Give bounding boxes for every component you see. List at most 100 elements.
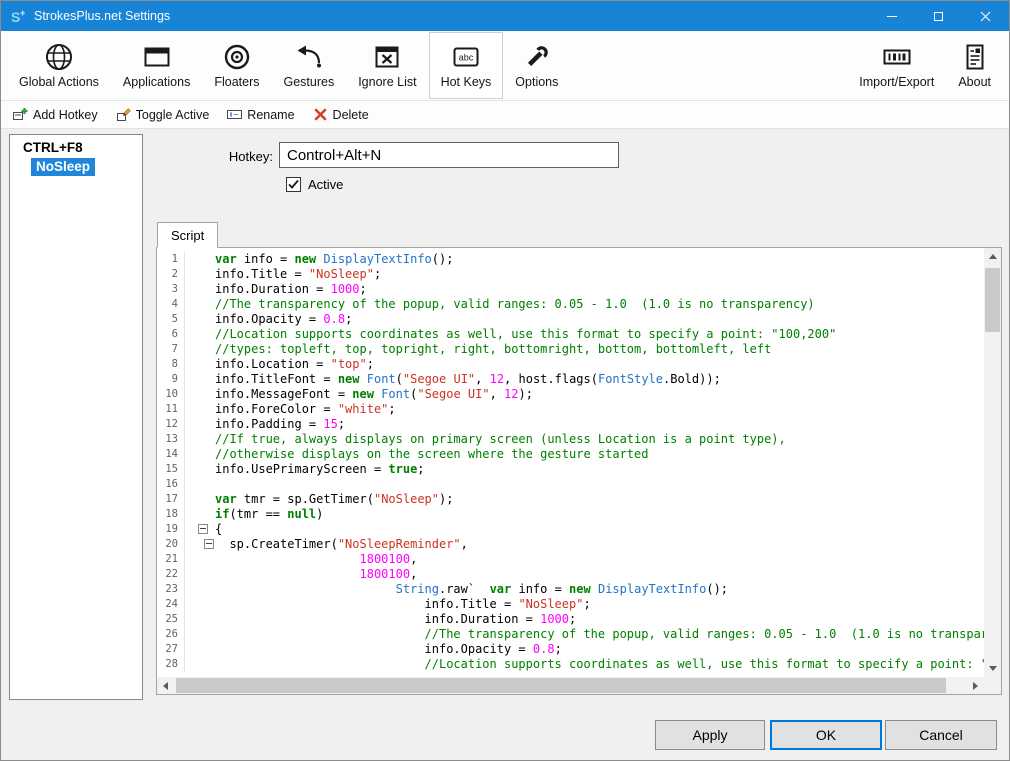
toolbar-item-hot-keys[interactable]: abc Hot Keys	[429, 32, 504, 99]
close-button[interactable]	[962, 1, 1009, 31]
fold-margin	[184, 507, 215, 522]
action-label: Add Hotkey	[33, 108, 98, 122]
scroll-left-button[interactable]	[157, 677, 174, 694]
line-number: 25	[157, 612, 181, 627]
toolbar-item-label: Floaters	[214, 75, 259, 89]
hotkey-input[interactable]	[279, 142, 619, 168]
toolbar-item-gestures[interactable]: Gestures	[271, 32, 346, 99]
scroll-right-button[interactable]	[967, 677, 984, 694]
code-text: info.UsePrimaryScreen = true;	[215, 462, 425, 477]
code-line: 4//The transparency of the popup, valid …	[157, 297, 984, 312]
toggle-active-button[interactable]: Toggle Active	[109, 104, 217, 125]
fold-margin	[184, 342, 215, 357]
toolbar-item-label: Global Actions	[19, 75, 99, 89]
code-line: 12info.Padding = 15;	[157, 417, 984, 432]
fold-margin	[184, 492, 215, 507]
minimize-button[interactable]	[868, 1, 915, 31]
toolbar-item-ignore-list[interactable]: Ignore List	[346, 32, 428, 99]
code-text: //Location supports coordinates as well,…	[215, 657, 984, 672]
hotkey-list-item[interactable]: CTRL+F8	[10, 138, 142, 158]
ok-button[interactable]: OK	[770, 720, 882, 750]
fold-margin	[184, 357, 215, 372]
maximize-button[interactable]	[915, 1, 962, 31]
toolbar-item-options[interactable]: Options	[503, 32, 570, 99]
code-line: 23 String.raw` var info = new DisplayTex…	[157, 582, 984, 597]
code-text: String.raw` var info = new DisplayTextIn…	[215, 582, 728, 597]
fold-margin	[184, 432, 215, 447]
add-icon	[13, 107, 28, 122]
code-line: 5info.Opacity = 0.8;	[157, 312, 984, 327]
gesture-arrow-icon	[294, 42, 324, 72]
wrench-icon	[522, 42, 552, 72]
action-label: Rename	[247, 108, 294, 122]
code-line: 27 info.Opacity = 0.8;	[157, 642, 984, 657]
line-number: 28	[157, 657, 181, 672]
arrow-left-icon	[163, 682, 168, 690]
rename-button[interactable]: Rename	[220, 104, 301, 125]
hotkey-label: Hotkey:	[161, 149, 273, 164]
fold-marker[interactable]	[204, 539, 214, 549]
active-checkbox[interactable]	[286, 177, 301, 192]
fold-marker[interactable]	[198, 524, 208, 534]
toolbar-item-label: Gestures	[283, 75, 334, 89]
toolbar-item-label: Options	[515, 75, 558, 89]
cancel-button[interactable]: Cancel	[885, 720, 997, 750]
code-line: 9info.TitleFont = new Font("Segoe UI", 1…	[157, 372, 984, 387]
code-line: 22 1800100,	[157, 567, 984, 582]
code-text: //Location supports coordinates as well,…	[215, 327, 836, 342]
svg-text:S: S	[11, 9, 20, 25]
code-line: 14//otherwise displays on the screen whe…	[157, 447, 984, 462]
hotkey-keycap-icon: abc	[451, 42, 481, 72]
code-line: 16	[157, 477, 984, 492]
line-number: 24	[157, 597, 181, 612]
delete-button[interactable]: Delete	[306, 104, 376, 125]
arrow-up-icon	[989, 254, 997, 259]
delete-icon	[313, 107, 328, 122]
fold-margin	[184, 252, 215, 267]
toolbar-item-floaters[interactable]: Floaters	[202, 32, 271, 99]
code-text: info.ForeColor = "white";	[215, 402, 396, 417]
fold-margin	[184, 597, 215, 612]
fold-margin	[184, 387, 215, 402]
code-text: //The transparency of the popup, valid r…	[215, 627, 984, 642]
toolbar-item-global-actions[interactable]: Global Actions	[7, 32, 111, 99]
code-text: info.Duration = 1000;	[215, 282, 367, 297]
toolbar-item-import-export[interactable]: Import/Export	[847, 32, 946, 99]
code-lines[interactable]: 1var info = new DisplayTextInfo();2info.…	[157, 248, 984, 677]
vertical-scrollbar[interactable]	[984, 248, 1001, 677]
fold-margin	[184, 327, 215, 342]
add-hotkey-button[interactable]: Add Hotkey	[6, 104, 105, 125]
line-number: 8	[157, 357, 181, 372]
vertical-scroll-thumb[interactable]	[985, 268, 1000, 332]
code-line: 1var info = new DisplayTextInfo();	[157, 252, 984, 267]
action-label: Toggle Active	[136, 108, 210, 122]
code-text: info.MessageFont = new Font("Segoe UI", …	[215, 387, 533, 402]
toolbar-item-label: Ignore List	[358, 75, 416, 89]
code-line: 6 //Location supports coordinates as well…	[157, 327, 984, 342]
application-window-icon	[142, 42, 172, 72]
horizontal-scrollbar[interactable]	[157, 677, 984, 694]
line-number: 22	[157, 567, 181, 582]
line-number: 12	[157, 417, 181, 432]
code-text: {	[215, 522, 222, 537]
horizontal-scroll-thumb[interactable]	[176, 678, 946, 693]
fold-margin	[184, 612, 215, 627]
scroll-up-button[interactable]	[984, 248, 1001, 265]
code-line: 18if(tmr == null)	[157, 507, 984, 522]
tab-script[interactable]: Script	[157, 222, 218, 248]
toolbar-item-about[interactable]: About	[946, 32, 1003, 99]
target-icon	[222, 42, 252, 72]
code-line: 11 info.ForeColor = "white";	[157, 402, 984, 417]
hotkey-list-item-selected[interactable]: NoSleep	[31, 158, 95, 176]
scroll-down-button[interactable]	[984, 660, 1001, 677]
line-number: 15	[157, 462, 181, 477]
code-line: 13//If true, always displays on primary …	[157, 432, 984, 447]
svg-text:abc: abc	[459, 53, 474, 63]
line-number: 11	[157, 402, 181, 417]
code-text: info.Opacity = 0.8;	[215, 642, 562, 657]
apply-button[interactable]: Apply	[655, 720, 765, 750]
line-number: 9	[157, 372, 181, 387]
line-number: 6	[157, 327, 181, 342]
code-text: //If true, always displays on primary sc…	[215, 432, 786, 447]
toolbar-item-applications[interactable]: Applications	[111, 32, 202, 99]
